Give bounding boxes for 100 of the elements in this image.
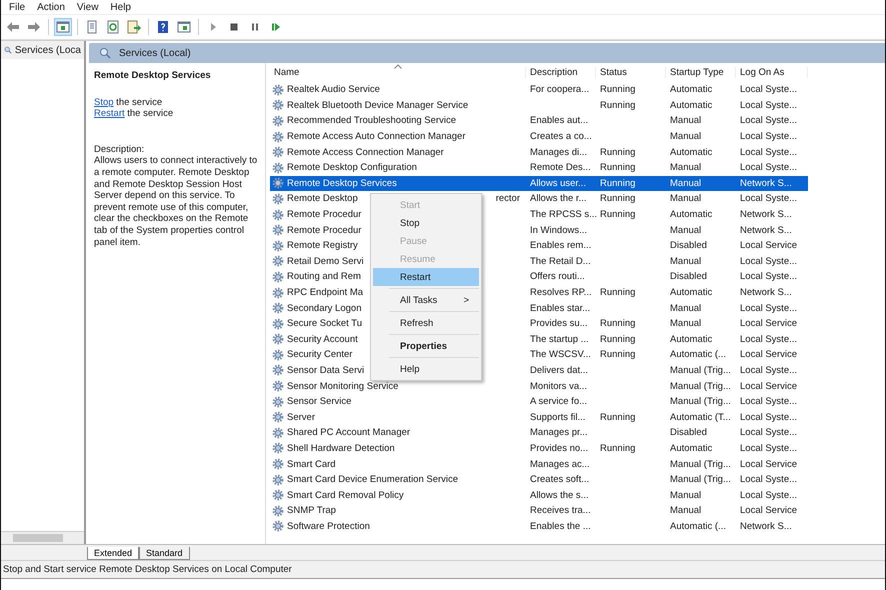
table-cell: Local Syste... bbox=[740, 271, 798, 282]
horizontal-scrollbar[interactable] bbox=[1, 531, 84, 544]
menu-item[interactable]: Restart bbox=[373, 268, 479, 286]
table-cell: Offers routi... bbox=[530, 271, 585, 282]
description-label: Description: bbox=[94, 144, 146, 156]
gear-icon bbox=[272, 84, 284, 96]
menu-item[interactable]: View bbox=[76, 2, 98, 12]
description-text: Allows users to connect interactively to a remote computer. Remote Desktop and Remote Desktop Session Host Server depend on this service. To prevent remote use of this computer, clear the checkboxes on the Remote tab of the System properties control panel item. bbox=[94, 155, 258, 248]
table-cell: Local Service bbox=[740, 349, 798, 360]
service-name[interactable]: Smart Card Removal Policy bbox=[287, 490, 404, 501]
gear-icon bbox=[272, 192, 284, 205]
table-cell: Provides su... bbox=[530, 318, 588, 330]
column-header[interactable]: Name bbox=[270, 67, 526, 78]
action-link[interactable]: Stop bbox=[94, 96, 114, 108]
service-name[interactable]: Secure Socket Tu bbox=[287, 318, 362, 330]
service-name[interactable]: Remote Desktop Services bbox=[287, 178, 397, 189]
service-name[interactable]: Remote Access Connection Manager bbox=[287, 146, 444, 158]
service-name[interactable]: Sensor Service bbox=[287, 396, 352, 408]
service-name[interactable]: Security Center bbox=[287, 349, 352, 360]
table-cell: Running bbox=[600, 349, 636, 360]
service-name[interactable]: Routing and Rem bbox=[287, 271, 361, 282]
menu-item[interactable]: Refresh bbox=[373, 314, 479, 332]
service-name[interactable]: Realtek Bluetooth Device Manager Service bbox=[287, 100, 468, 111]
service-name[interactable]: Remote Desktop Configuration bbox=[287, 162, 417, 174]
gear-icon bbox=[272, 380, 284, 392]
service-name[interactable]: Server bbox=[287, 412, 315, 423]
gear-icon bbox=[272, 286, 284, 299]
service-name[interactable]: Sensor Monitoring Service bbox=[287, 380, 398, 392]
table-cell: Network S... bbox=[740, 287, 792, 298]
service-name[interactable]: Remote Access Auto Connection Manager bbox=[287, 131, 466, 142]
menu-item[interactable]: Help bbox=[110, 2, 131, 12]
service-name[interactable]: Sensor Data Servi bbox=[287, 364, 364, 376]
table-cell: Manages di... bbox=[530, 146, 588, 158]
service-name[interactable]: Remote Registry bbox=[287, 240, 358, 252]
table-cell: Network S... bbox=[740, 178, 792, 189]
service-name[interactable]: Security Account bbox=[287, 334, 358, 345]
tree-pane-icon[interactable] bbox=[54, 18, 72, 36]
table-cell: Manual (Trig... bbox=[670, 474, 731, 486]
view-tab[interactable]: Standard bbox=[139, 547, 190, 560]
menu-item[interactable]: Properties bbox=[373, 337, 479, 355]
gear-icon bbox=[272, 240, 284, 252]
service-title: Remote Desktop Services bbox=[94, 70, 212, 82]
gear-icon bbox=[272, 426, 284, 439]
service-name[interactable]: Shared PC Account Manager bbox=[287, 427, 410, 438]
table-cell: Enables rem... bbox=[530, 240, 592, 252]
table-cell: Network S... bbox=[740, 224, 792, 236]
service-name[interactable]: Remote Procedur bbox=[287, 224, 362, 236]
service-name[interactable]: Software Protection bbox=[287, 520, 370, 532]
table-cell: In Windows... bbox=[530, 224, 588, 236]
table-cell: Automatic bbox=[670, 209, 712, 220]
action-link[interactable]: Restart bbox=[94, 108, 125, 120]
table-cell: Local Syste... bbox=[740, 412, 798, 423]
service-name[interactable]: RPC Endpoint Ma bbox=[287, 287, 364, 298]
status-bar: Stop and Start service Remote Desktop Services on Local Computer bbox=[1, 560, 885, 578]
service-name[interactable]: Remote Procedur bbox=[287, 209, 362, 220]
service-name[interactable]: Retail Demo Servi bbox=[287, 256, 364, 267]
sort-caret-icon bbox=[394, 64, 402, 69]
gear-icon bbox=[272, 270, 284, 283]
table-cell: Creates soft... bbox=[530, 474, 590, 486]
column-header[interactable]: Status bbox=[596, 67, 666, 78]
service-name[interactable]: Remote Desktop bbox=[287, 193, 358, 204]
menu-item[interactable]: All Tasks > bbox=[373, 291, 479, 309]
service-name[interactable]: Recommended Troubleshooting Service bbox=[287, 115, 456, 126]
column-header[interactable]: Log On As bbox=[736, 67, 808, 78]
service-name[interactable]: Smart Card Device Enumeration Service bbox=[287, 474, 458, 486]
gear-icon bbox=[272, 504, 284, 517]
table-cell: Running bbox=[600, 318, 636, 330]
service-name[interactable]: Secondary Logon bbox=[287, 302, 362, 314]
gear-icon bbox=[272, 411, 284, 424]
table-cell: Manual (Trig... bbox=[670, 364, 731, 376]
view-tab[interactable]: Extended bbox=[87, 547, 140, 560]
gear-icon bbox=[272, 255, 284, 268]
table-cell: Manual (Trig... bbox=[670, 396, 731, 408]
table-cell: Local Syste... bbox=[740, 490, 798, 501]
menu-item[interactable]: File bbox=[9, 2, 26, 12]
table-cell: Automatic bbox=[670, 287, 712, 298]
service-name[interactable]: Realtek Audio Service bbox=[287, 84, 380, 96]
service-name[interactable]: Smart Card bbox=[287, 458, 336, 470]
column-header[interactable]: Description bbox=[526, 67, 596, 78]
table-cell: Local Syste... bbox=[740, 162, 798, 174]
service-name[interactable]: SNMP Trap bbox=[287, 505, 336, 516]
gear-icon bbox=[272, 442, 284, 454]
table-cell: Disabled bbox=[670, 240, 707, 252]
menu-item[interactable]: Stop bbox=[373, 214, 479, 232]
table-cell: Local Syste... bbox=[740, 427, 798, 438]
service-name[interactable]: Shell Hardware Detection bbox=[287, 442, 395, 454]
gear-icon bbox=[272, 177, 284, 190]
gear-icon bbox=[272, 333, 284, 346]
export-icon[interactable] bbox=[125, 18, 143, 36]
table-cell: Local Service bbox=[740, 380, 798, 392]
table-cell: Enables the ... bbox=[530, 520, 591, 532]
table-cell: Manual bbox=[670, 302, 702, 314]
menu-item[interactable]: Action bbox=[37, 2, 65, 12]
menu-item[interactable]: Help bbox=[373, 360, 479, 378]
gear-icon bbox=[272, 474, 284, 486]
gear-icon bbox=[272, 458, 284, 470]
column-header[interactable]: Startup Type bbox=[666, 67, 736, 78]
table-cell: Network S... bbox=[740, 209, 792, 220]
table-cell: Local Syste... bbox=[740, 193, 798, 204]
tree-item[interactable]: Services (Loca bbox=[1, 41, 84, 59]
